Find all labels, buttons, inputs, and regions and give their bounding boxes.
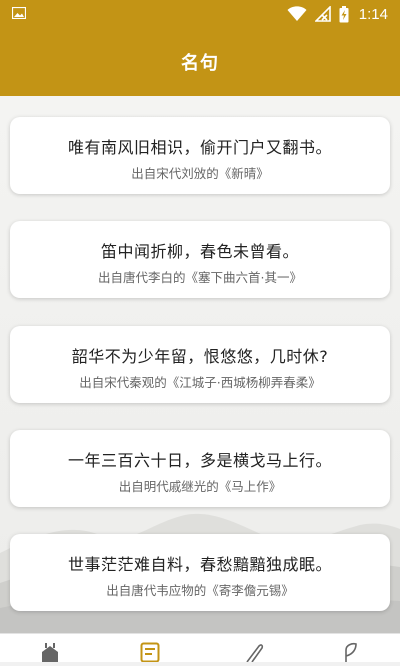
quote-text: 唯有南风旧相识，偷开门户又翻书。 — [67, 138, 332, 157]
quote-list[interactable]: 唯有南风旧相识，偷开门户又翻书。 出自宋代刘攽的《新晴》 笛中闻折柳，春色未曾看… — [0, 96, 400, 633]
status-time: 1:14 — [358, 5, 388, 23]
quote-source: 出自唐代韦应物的《寄李儋元锡》 — [106, 583, 294, 598]
home-icon — [42, 643, 58, 662]
battery-charging-icon — [339, 5, 349, 22]
quote-source: 出自明代戚继光的《马上作》 — [118, 479, 282, 494]
nav-item-quotes[interactable] — [140, 642, 160, 663]
feather-icon — [246, 644, 264, 663]
signal-off-icon — [314, 6, 331, 22]
quote-card[interactable]: 一年三百六十日，多是横戈马上行。 出自明代戚继光的《马上作》 — [10, 430, 390, 507]
status-bar: 1:14 — [0, 0, 400, 28]
quote-text: 一年三百六十日，多是横戈马上行。 — [67, 451, 332, 470]
nav-item-home[interactable] — [40, 642, 60, 662]
quote-text: 韶华不为少年留，恨悠悠，几时休? — [71, 347, 329, 366]
app-bar: 名句 — [0, 28, 400, 96]
bottom-nav — [0, 633, 400, 663]
quote-card[interactable]: 韶华不为少年留，恨悠悠，几时休? 出自宋代秦观的《江城子·西城杨柳弄春柔》 — [10, 326, 390, 403]
quote-text: 笛中闻折柳，春色未曾看。 — [100, 242, 299, 261]
page-title: 名句 — [181, 53, 219, 74]
quote-source: 出自唐代李白的《塞下曲六首·其一》 — [98, 270, 302, 285]
quote-source: 出自宋代刘攽的《新晴》 — [131, 166, 269, 181]
leaf-icon — [345, 642, 357, 662]
quote-card[interactable]: 笛中闻折柳，春色未曾看。 出自唐代李白的《塞下曲六首·其一》 — [10, 221, 390, 298]
quote-card[interactable]: 世事茫茫难自料，春愁黯黯独成眠。 出自唐代韦应物的《寄李儋元锡》 — [10, 534, 390, 611]
quote-list-icon — [140, 642, 160, 663]
quote-source: 出自宋代秦观的《江城子·西城杨柳弄春柔》 — [79, 375, 321, 390]
nav-item-more[interactable] — [340, 642, 360, 662]
image-icon — [12, 7, 26, 19]
wifi-icon — [287, 6, 307, 21]
quote-text: 世事茫茫难自料，春愁黯黯独成眠。 — [67, 555, 332, 574]
nav-item-poems[interactable] — [244, 642, 264, 663]
quote-card[interactable]: 唯有南风旧相识，偷开门户又翻书。 出自宋代刘攽的《新晴》 — [10, 117, 390, 194]
